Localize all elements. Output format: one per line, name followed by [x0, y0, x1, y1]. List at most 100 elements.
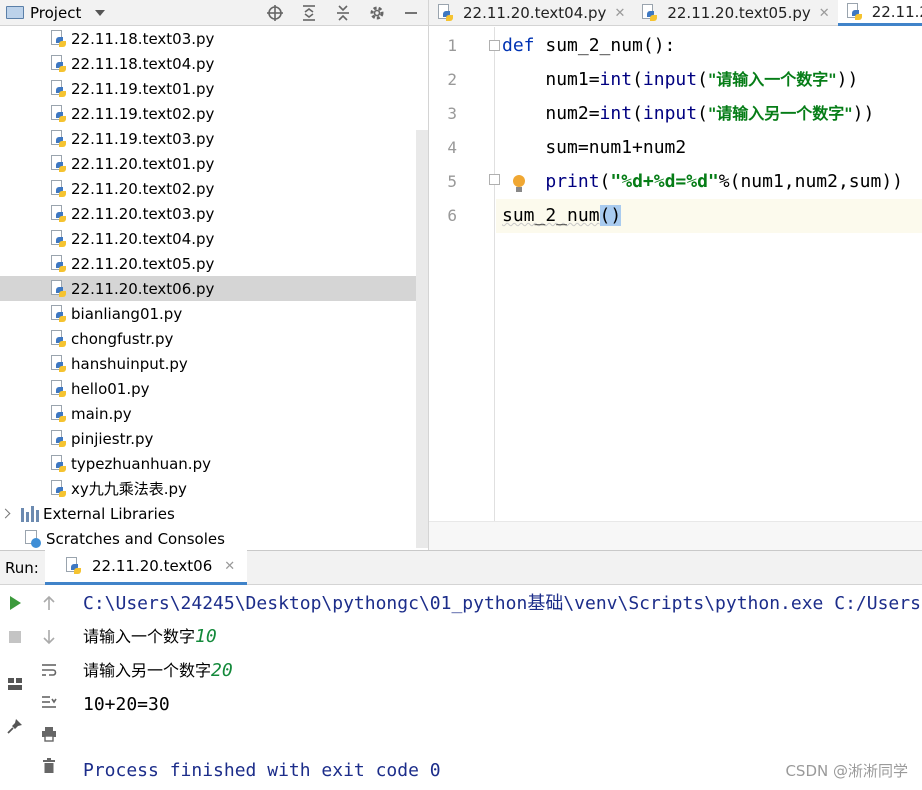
tree-item-file[interactable]: pinjiestr.py	[50, 426, 466, 451]
tree-item-label: External Libraries	[43, 504, 175, 523]
python-file-icon	[50, 54, 66, 73]
trash-icon[interactable]	[34, 751, 64, 781]
code-line: num1=int(input("请输入一个数字"))	[545, 69, 859, 90]
python-file-icon	[50, 204, 66, 223]
tree-item-label: hanshuinput.py	[71, 354, 188, 373]
tree-item-external-libraries[interactable]: External Libraries	[0, 501, 416, 526]
tree-item-label: pinjiestr.py	[71, 429, 154, 448]
tree-item-label: typezhuanhuan.py	[71, 454, 211, 473]
tree-item-file[interactable]: 22.11.19.text02.py	[50, 101, 466, 126]
tree-item-label: 22.11.20.text03.py	[71, 204, 215, 223]
editor-tab[interactable]: 22.11.20.text05.py ✕	[633, 0, 837, 26]
tree-item-file[interactable]: 22.11.20.text01.py	[50, 151, 466, 176]
tree-item-label: hello01.py	[71, 379, 150, 398]
editor-tab-label: 22.11.20.te	[871, 2, 922, 21]
line-number: 4	[447, 138, 457, 157]
tree-item-label: 22.11.20.text04.py	[71, 229, 215, 248]
tree-item-label: 22.11.18.text03.py	[71, 29, 215, 48]
line-number: 2	[447, 70, 457, 89]
close-icon[interactable]: ✕	[819, 6, 830, 21]
arrow-down-icon[interactable]	[34, 622, 64, 652]
editor-breadcrumb-bar	[429, 521, 922, 550]
tree-item-file[interactable]: 22.11.20.text05.py	[50, 251, 466, 276]
python-file-icon	[50, 129, 66, 148]
python-file-icon	[65, 557, 81, 575]
tree-item-file[interactable]: 22.11.20.text04.py	[50, 226, 466, 251]
tree-item-label: xy九九乘法表.py	[71, 480, 187, 498]
python-file-icon	[50, 104, 66, 123]
tree-item-label: 22.11.19.text01.py	[71, 79, 215, 98]
editor-gutter: 1 2 3 4 5 6	[429, 27, 525, 521]
rerun-icon[interactable]	[0, 588, 30, 618]
scroll-to-end-icon[interactable]	[34, 687, 64, 717]
code-line: def sum_2_num():	[502, 35, 676, 56]
tree-item-file[interactable]: hanshuinput.py	[50, 351, 466, 376]
tree-item-file[interactable]: xy九九乘法表.py	[50, 476, 466, 501]
layout-icon[interactable]	[0, 669, 30, 699]
line-number: 5	[447, 172, 457, 191]
python-file-icon	[50, 479, 66, 498]
chevron-right-icon[interactable]	[0, 508, 11, 519]
tree-item-label: 22.11.18.text04.py	[71, 54, 215, 73]
library-icon	[21, 505, 39, 522]
tree-item-file[interactable]: 22.11.18.text04.py	[50, 51, 466, 76]
tree-item-label: chongfustr.py	[71, 329, 174, 348]
editor-tabs: 22.11.20.text04.py ✕ 22.11.20.text05.py …	[429, 0, 922, 26]
run-label: Run:	[5, 558, 39, 577]
close-icon[interactable]: ✕	[614, 6, 625, 21]
tree-item-file[interactable]: 22.11.20.text02.py	[50, 176, 466, 201]
stop-icon[interactable]	[0, 622, 30, 652]
close-icon[interactable]: ✕	[224, 559, 235, 574]
python-file-icon	[846, 2, 862, 21]
code-line: sum=num1+num2	[502, 137, 687, 158]
tree-item-label: 22.11.20.text01.py	[71, 154, 215, 173]
project-folder-icon	[6, 6, 24, 19]
line-number: 6	[447, 206, 457, 225]
soft-wrap-icon[interactable]	[34, 655, 64, 685]
tree-item-file[interactable]: 22.11.18.text03.py	[50, 26, 466, 51]
run-toolbar	[0, 585, 66, 790]
locate-file-icon[interactable]	[258, 0, 292, 26]
code-editor[interactable]: def sum_2_num(): num1=int(input("请输入一个数字…	[496, 27, 922, 521]
expand-all-icon[interactable]	[292, 0, 326, 26]
chevron-down-icon	[95, 9, 106, 16]
project-title: Project	[30, 3, 82, 22]
project-view-selector[interactable]: Project	[6, 3, 106, 22]
tree-item-file-selected[interactable]: 22.11.20.text06.py	[0, 276, 428, 301]
pin-icon[interactable]	[0, 711, 30, 741]
console-line: 请输入一个数字10	[83, 626, 217, 647]
tree-item-file[interactable]: chongfustr.py	[50, 326, 466, 351]
tree-item-scratches[interactable]: Scratches and Consoles	[24, 526, 440, 551]
tree-item-file[interactable]: typezhuanhuan.py	[50, 451, 466, 476]
code-line: print("%d+%d=%d"%(num1,num2,sum))	[545, 171, 903, 192]
gear-icon[interactable]	[360, 0, 394, 26]
code-line: num2=int(input("请输入另一个数字"))	[545, 103, 875, 124]
print-icon[interactable]	[34, 719, 64, 749]
scratches-icon	[24, 529, 42, 548]
python-file-icon	[50, 329, 66, 348]
project-tree-scrollbar[interactable]	[416, 130, 428, 548]
tree-item-file[interactable]: hello01.py	[50, 376, 466, 401]
project-tree: 22.11.18.text03.py 22.11.18.text04.py 22…	[0, 26, 428, 550]
console-line: 10+20=30	[83, 694, 170, 715]
run-tab[interactable]: 22.11.20.text06 ✕	[45, 550, 248, 585]
tree-item-file[interactable]: 22.11.20.text03.py	[50, 201, 466, 226]
tree-item-file[interactable]: 22.11.19.text03.py	[50, 126, 466, 151]
python-file-icon	[50, 354, 66, 373]
project-panel-header: Project	[0, 0, 428, 26]
arrow-up-icon[interactable]	[34, 588, 64, 618]
editor-tab-active[interactable]: 22.11.20.te	[837, 0, 922, 26]
python-file-icon	[50, 379, 66, 398]
collapse-all-icon[interactable]	[326, 0, 360, 26]
tree-item-label: 22.11.20.text02.py	[71, 179, 215, 198]
python-file-icon	[50, 304, 66, 323]
editor-tab[interactable]: 22.11.20.text04.py ✕	[429, 0, 633, 26]
tree-item-file[interactable]: 22.11.19.text01.py	[50, 76, 466, 101]
console-command-line: C:\Users\24245\Desktop\pythongc\01_pytho…	[83, 593, 921, 614]
tree-item-file[interactable]: main.py	[50, 401, 466, 426]
python-file-icon	[50, 154, 66, 173]
tree-item-file[interactable]: bianliang01.py	[50, 301, 466, 326]
tree-item-label: 22.11.20.text06.py	[71, 279, 215, 298]
minimize-icon[interactable]	[394, 0, 428, 26]
console-line: 请输入另一个数字20	[83, 660, 233, 681]
